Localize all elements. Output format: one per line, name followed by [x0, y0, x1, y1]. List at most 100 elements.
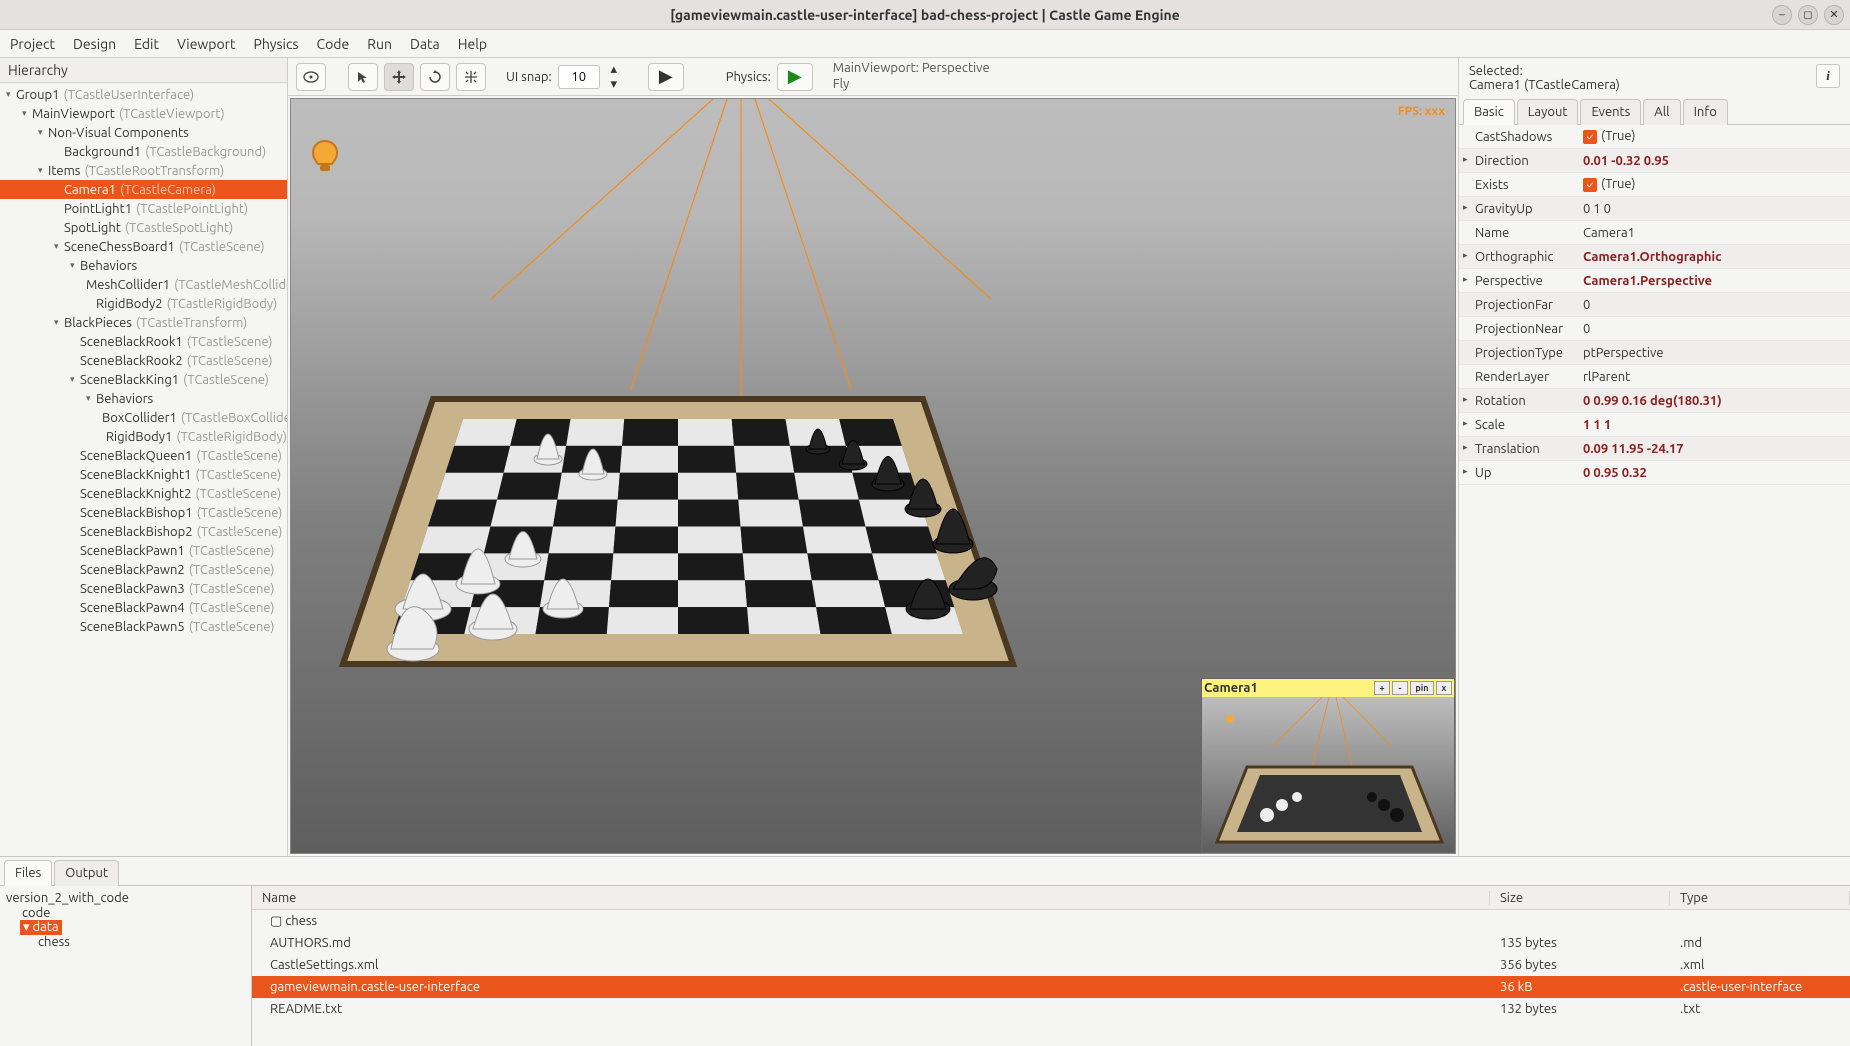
menu-project[interactable]: Project [10, 36, 55, 52]
menu-design[interactable]: Design [73, 36, 116, 52]
hierarchy-item-boxcollider1[interactable]: BoxCollider1 (TCastleBoxCollider) [0, 408, 287, 427]
tab-info[interactable]: Info [1683, 99, 1728, 125]
hierarchy-item-sceneblackpawn4[interactable]: SceneBlackPawn4 (TCastleScene) [0, 598, 287, 617]
viewport-status: MainViewport: Perspective Fly [833, 61, 990, 92]
hierarchy-item-background1[interactable]: Background1 (TCastleBackground) [0, 142, 287, 161]
prop-projectionnear[interactable]: ProjectionNear0 [1459, 317, 1850, 341]
prop-direction[interactable]: ▸Direction0.01 -0.32 0.95 [1459, 149, 1850, 173]
play-button[interactable]: ▶ [648, 63, 684, 91]
file-row-README.txt[interactable]: README.txt132 bytes.txt [252, 998, 1850, 1020]
hierarchy-item-pointlight1[interactable]: PointLight1 (TCastlePointLight) [0, 199, 287, 218]
menu-data[interactable]: Data [410, 36, 440, 52]
viewport[interactable]: FPS: xxx [290, 98, 1456, 854]
prop-projectiontype[interactable]: ProjectionTypeptPerspective [1459, 341, 1850, 365]
chessboard-scene [293, 309, 1063, 689]
snap-stepper[interactable]: ▴▾ [606, 63, 622, 91]
file-tree-data[interactable]: ▾ data [20, 920, 62, 935]
hierarchy-item-sceneblackpawn2[interactable]: SceneBlackPawn2 (TCastleScene) [0, 560, 287, 579]
preview-pin-button[interactable]: pin [1410, 681, 1434, 695]
tab-events[interactable]: Events [1580, 99, 1641, 125]
file-row-gameviewmain.castle-user-interface[interactable]: gameviewmain.castle-user-interface36 kB.… [252, 976, 1850, 998]
prop-up[interactable]: ▸Up0 0.95 0.32 [1459, 461, 1850, 485]
move-tool-button[interactable] [384, 63, 414, 91]
ui-snap-input[interactable] [558, 65, 600, 89]
hierarchy-item-non-visual components[interactable]: ▾ Non-Visual Components [0, 123, 287, 142]
gizmo-toggle-button[interactable] [296, 63, 326, 91]
hierarchy-item-sceneblackknight1[interactable]: SceneBlackKnight1 (TCastleScene) [0, 465, 287, 484]
hierarchy-item-rigidbody1[interactable]: RigidBody1 (TCastleRigidBody) [0, 427, 287, 446]
hierarchy-item-sceneblackrook2[interactable]: SceneBlackRook2 (TCastleScene) [0, 351, 287, 370]
minimize-icon[interactable]: – [1772, 5, 1792, 25]
file-row-AUTHORS.md[interactable]: AUTHORS.md135 bytes.md [252, 932, 1850, 954]
prop-castshadows[interactable]: CastShadows✓(True) [1459, 125, 1850, 149]
property-grid[interactable]: CastShadows✓(True)▸Direction0.01 -0.32 0… [1459, 125, 1850, 856]
file-list[interactable]: Name Size Type ▢ chessAUTHORS.md135 byte… [252, 886, 1850, 1046]
prop-orthographic[interactable]: ▸OrthographicCamera1.Orthographic [1459, 245, 1850, 269]
hierarchy-item-sceneblackqueen1[interactable]: SceneBlackQueen1 (TCastleScene) [0, 446, 287, 465]
prop-scale[interactable]: ▸Scale1 1 1 [1459, 413, 1850, 437]
hierarchy-item-sceneblackbishop1[interactable]: SceneBlackBishop1 (TCastleScene) [0, 503, 287, 522]
menu-viewport[interactable]: Viewport [177, 36, 236, 52]
hierarchy-tree[interactable]: ▾ Group1 (TCastleUserInterface)▾ MainVie… [0, 83, 287, 856]
hierarchy-item-mainviewport[interactable]: ▾ MainViewport (TCastleViewport) [0, 104, 287, 123]
hierarchy-item-blackpieces[interactable]: ▾ BlackPieces (TCastleTransform) [0, 313, 287, 332]
hierarchy-item-sceneblackpawn5[interactable]: SceneBlackPawn5 (TCastleScene) [0, 617, 287, 636]
camera-preview-title: Camera1 [1204, 681, 1258, 695]
physics-play-button[interactable]: ▶ [777, 63, 813, 91]
inspector-tabs: BasicLayoutEventsAllInfo [1459, 98, 1850, 125]
menu-help[interactable]: Help [458, 36, 487, 52]
menu-physics[interactable]: Physics [254, 36, 299, 52]
prop-renderlayer[interactable]: RenderLayerrlParent [1459, 365, 1850, 389]
hierarchy-item-sceneblackknight2[interactable]: SceneBlackKnight2 (TCastleScene) [0, 484, 287, 503]
prop-perspective[interactable]: ▸PerspectiveCamera1.Perspective [1459, 269, 1850, 293]
bottom-tab-files[interactable]: Files [4, 860, 52, 886]
hierarchy-item-group1[interactable]: ▾ Group1 (TCastleUserInterface) [0, 85, 287, 104]
bottom-tab-output[interactable]: Output [54, 860, 119, 886]
hierarchy-item-sceneblackbishop2[interactable]: SceneBlackBishop2 (TCastleScene) [0, 522, 287, 541]
hierarchy-item-items[interactable]: ▾ Items (TCastleRootTransform) [0, 161, 287, 180]
tab-all[interactable]: All [1643, 99, 1680, 125]
camera-preview-body[interactable] [1202, 697, 1454, 852]
prop-exists[interactable]: Exists✓(True) [1459, 173, 1850, 197]
window-controls: – ◻ ✕ [1772, 5, 1844, 25]
prop-translation[interactable]: ▸Translation0.09 11.95 -24.17 [1459, 437, 1850, 461]
hierarchy-item-camera1[interactable]: Camera1 (TCastleCamera) [0, 180, 287, 199]
close-icon[interactable]: ✕ [1824, 5, 1844, 25]
hierarchy-item-scenechessboard1[interactable]: ▾ SceneChessBoard1 (TCastleScene) [0, 237, 287, 256]
prop-rotation[interactable]: ▸Rotation0 0.99 0.16 deg(180.31) [1459, 389, 1850, 413]
tab-layout[interactable]: Layout [1517, 99, 1579, 125]
rotate-tool-button[interactable] [420, 63, 450, 91]
hierarchy-item-meshcollider1[interactable]: MeshCollider1 (TCastleMeshCollider) [0, 275, 287, 294]
hierarchy-item-sceneblackking1[interactable]: ▾ SceneBlackKing1 (TCastleScene) [0, 370, 287, 389]
info-button[interactable]: i [1816, 64, 1840, 88]
viewport-toolbar: UI snap: ▴▾ ▶ Physics: ▶ MainViewport: P… [288, 58, 1458, 96]
menu-edit[interactable]: Edit [134, 36, 159, 52]
select-tool-button[interactable] [348, 63, 378, 91]
hierarchy-item-sceneblackpawn3[interactable]: SceneBlackPawn3 (TCastleScene) [0, 579, 287, 598]
menu-code[interactable]: Code [317, 36, 350, 52]
file-row-chess[interactable]: ▢ chess [252, 910, 1850, 932]
hierarchy-item-spotlight[interactable]: SpotLight (TCastleSpotLight) [0, 218, 287, 237]
prop-name[interactable]: NameCamera1 [1459, 221, 1850, 245]
file-tree-chess[interactable]: chess [36, 934, 72, 950]
file-row-CastleSettings.xml[interactable]: CastleSettings.xml356 bytes.xml [252, 954, 1850, 976]
prop-projectionfar[interactable]: ProjectionFar0 [1459, 293, 1850, 317]
file-tree-root[interactable]: version_2_with_code [4, 890, 247, 906]
hierarchy-item-sceneblackrook1[interactable]: SceneBlackRook1 (TCastleScene) [0, 332, 287, 351]
hierarchy-item-behaviors[interactable]: ▾ Behaviors [0, 389, 287, 408]
selected-label: Selected: [1469, 64, 1620, 78]
preview---button[interactable]: - [1392, 681, 1408, 695]
menu-run[interactable]: Run [367, 36, 392, 52]
prop-gravityup[interactable]: ▸GravityUp0 1 0 [1459, 197, 1850, 221]
preview-x-button[interactable]: x [1436, 681, 1452, 695]
file-tree-code[interactable]: code [20, 905, 52, 921]
preview-+-button[interactable]: + [1374, 681, 1390, 695]
maximize-icon[interactable]: ◻ [1798, 5, 1818, 25]
light-icon [309, 139, 341, 179]
tab-basic[interactable]: Basic [1463, 99, 1515, 125]
scale-tool-button[interactable] [456, 63, 486, 91]
hierarchy-item-rigidbody2[interactable]: RigidBody2 (TCastleRigidBody) [0, 294, 287, 313]
hierarchy-item-behaviors[interactable]: ▾ Behaviors [0, 256, 287, 275]
hierarchy-item-sceneblackpawn1[interactable]: SceneBlackPawn1 (TCastleScene) [0, 541, 287, 560]
file-tree[interactable]: version_2_with_code code▾ datachess [0, 886, 252, 1046]
